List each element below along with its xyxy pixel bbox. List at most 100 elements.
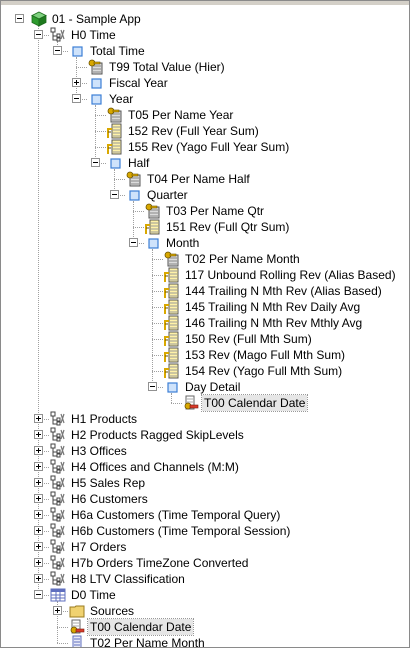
tree-node-label[interactable]: 144 Trailing N Mth Rev (Alias Based) [183, 283, 384, 299]
tree-node[interactable]: T00 Calendar Date [1, 394, 409, 412]
tree-node[interactable]: 150 Rev (Full Mth Sum) [1, 331, 409, 347]
tree-node[interactable]: 155 Rev (Yago Full Year Sum) [1, 139, 409, 155]
tree-node-label[interactable]: Quarter [145, 187, 190, 203]
tree-node[interactable]: H6 Customers [1, 491, 409, 507]
tree-node-label[interactable]: 117 Unbound Rolling Rev (Alias Based) [183, 267, 398, 283]
tree-node[interactable]: 152 Rev (Full Year Sum) [1, 123, 409, 139]
tree-node-label[interactable]: 151 Rev (Full Qtr Sum) [164, 219, 291, 235]
tree-node-label[interactable]: 153 Rev (Mago Full Mth Sum) [183, 347, 347, 363]
tree-node-label[interactable]: T99 Total Value (Hier) [107, 59, 227, 75]
collapse-toggle-minus-icon[interactable] [34, 590, 43, 599]
tree-node[interactable]: 117 Unbound Rolling Rev (Alias Based) [1, 267, 409, 283]
expand-toggle-plus-icon[interactable] [53, 606, 62, 615]
tree-node-label[interactable]: T03 Per Name Qtr [164, 203, 266, 219]
expand-toggle-plus-icon[interactable] [34, 414, 43, 423]
tree-node[interactable]: T02 Per Name Month [1, 251, 409, 267]
tree-node[interactable]: Month [1, 235, 409, 251]
tree-node[interactable]: 146 Trailing N Mth Rev Mthly Avg [1, 315, 409, 331]
expand-toggle-plus-icon[interactable] [34, 430, 43, 439]
collapse-toggle-minus-icon[interactable] [53, 46, 62, 55]
tree-node-label[interactable]: 155 Rev (Yago Full Year Sum) [126, 139, 291, 155]
tree-node-label[interactable]: T05 Per Name Year [126, 107, 235, 123]
tree-node-label[interactable]: Day Detail [183, 379, 242, 395]
tree-node[interactable]: Year [1, 91, 409, 107]
tree-node-label[interactable]: H8 LTV Classification [69, 571, 187, 587]
tree-node[interactable]: H2 Products Ragged SkipLevels [1, 427, 409, 443]
tree-node-label[interactable]: H6b Customers (Time Temporal Session) [69, 523, 292, 539]
tree-node[interactable]: H7b Orders TimeZone Converted [1, 555, 409, 571]
tree-node-label[interactable]: T04 Per Name Half [145, 171, 252, 187]
tree-node-label[interactable]: H5 Sales Rep [69, 475, 147, 491]
tree-node[interactable]: H6b Customers (Time Temporal Session) [1, 523, 409, 539]
tree-node-label[interactable]: H1 Products [69, 411, 139, 427]
tree-node[interactable]: T03 Per Name Qtr [1, 203, 409, 219]
tree-node-label[interactable]: Half [126, 155, 151, 171]
tree-node-label[interactable]: 146 Trailing N Mth Rev Mthly Avg [183, 315, 364, 331]
tree-node[interactable]: H8 LTV Classification [1, 571, 409, 587]
tree-node[interactable]: Sources [1, 603, 409, 619]
tree-node[interactable]: 144 Trailing N Mth Rev (Alias Based) [1, 283, 409, 299]
tree-node-label[interactable]: Fiscal Year [107, 75, 170, 91]
tree-node[interactable]: Half [1, 155, 409, 171]
tree-node-label[interactable]: H7b Orders TimeZone Converted [69, 555, 250, 571]
tree-node-label[interactable]: Year [107, 91, 135, 107]
tree-node[interactable]: H4 Offices and Channels (M:M) [1, 459, 409, 475]
tree-node-label[interactable]: 150 Rev (Full Mth Sum) [183, 331, 314, 347]
collapse-toggle-minus-icon[interactable] [34, 30, 43, 39]
tree-node[interactable]: 01 - Sample App [1, 11, 409, 27]
expand-toggle-plus-icon[interactable] [34, 494, 43, 503]
tree-node[interactable]: H6a Customers (Time Temporal Query) [1, 507, 409, 523]
tree-node[interactable]: H3 Offices [1, 443, 409, 459]
expand-toggle-plus-icon[interactable] [34, 478, 43, 487]
collapse-toggle-minus-icon[interactable] [110, 190, 119, 199]
tree-node-label[interactable]: H0 Time [69, 27, 118, 43]
collapse-toggle-minus-icon[interactable] [72, 94, 81, 103]
tree-node[interactable]: 153 Rev (Mago Full Mth Sum) [1, 347, 409, 363]
tree-node[interactable]: H7 Orders [1, 539, 409, 555]
tree-node[interactable]: H1 Products [1, 411, 409, 427]
expand-toggle-plus-icon[interactable] [34, 462, 43, 471]
expand-toggle-plus-icon[interactable] [34, 542, 43, 551]
tree-node[interactable]: 151 Rev (Full Qtr Sum) [1, 219, 409, 235]
expand-toggle-plus-icon[interactable] [72, 78, 81, 87]
expand-toggle-plus-icon[interactable] [34, 558, 43, 567]
tree-node[interactable]: Quarter [1, 187, 409, 203]
tree-node-label[interactable]: H2 Products Ragged SkipLevels [69, 427, 246, 443]
expand-toggle-plus-icon[interactable] [34, 446, 43, 455]
collapse-toggle-minus-icon[interactable] [15, 14, 24, 23]
tree-node[interactable]: T05 Per Name Year [1, 107, 409, 123]
tree-node-label[interactable]: Month [164, 235, 201, 251]
tree-node[interactable]: 145 Trailing N Mth Rev Daily Avg [1, 299, 409, 315]
tree-node-label[interactable]: T00 Calendar Date [200, 394, 309, 412]
tree-node[interactable]: T04 Per Name Half [1, 171, 409, 187]
tree-node[interactable]: Fiscal Year [1, 75, 409, 91]
tree-node[interactable]: H0 Time [1, 27, 409, 43]
tree-node-label[interactable]: T02 Per Name Month [183, 251, 302, 267]
tree-node[interactable]: H5 Sales Rep [1, 475, 409, 491]
tree-node-label[interactable]: 152 Rev (Full Year Sum) [126, 123, 261, 139]
tree-node[interactable]: Day Detail [1, 379, 409, 395]
collapse-toggle-minus-icon[interactable] [91, 158, 100, 167]
tree-node-label[interactable]: 154 Rev (Yago Full Mth Sum) [183, 363, 344, 379]
tree-node[interactable]: T02 Per Name Month [1, 635, 409, 647]
tree-node[interactable]: 154 Rev (Yago Full Mth Sum) [1, 363, 409, 379]
tree-node-label[interactable]: H6 Customers [69, 491, 150, 507]
tree-node-label[interactable]: 145 Trailing N Mth Rev Daily Avg [183, 299, 362, 315]
tree-node[interactable]: T00 Calendar Date [1, 618, 409, 636]
collapse-toggle-minus-icon[interactable] [148, 382, 157, 391]
tree-node-label[interactable]: H7 Orders [69, 539, 128, 555]
tree-node-label[interactable]: T02 Per Name Month [88, 635, 207, 647]
tree-node-label[interactable]: Sources [88, 603, 136, 619]
collapse-toggle-minus-icon[interactable] [129, 238, 138, 247]
tree-node[interactable]: Total Time [1, 43, 409, 59]
expand-toggle-plus-icon[interactable] [34, 574, 43, 583]
tree-node-label[interactable]: H3 Offices [69, 443, 129, 459]
tree-node-label[interactable]: H6a Customers (Time Temporal Query) [69, 507, 282, 523]
tree-node-label[interactable]: Total Time [88, 43, 147, 59]
expand-toggle-plus-icon[interactable] [34, 526, 43, 535]
tree-node-label[interactable]: D0 Time [69, 587, 118, 603]
expand-toggle-plus-icon[interactable] [34, 510, 43, 519]
tree-node[interactable]: T99 Total Value (Hier) [1, 59, 409, 75]
tree-node[interactable]: D0 Time [1, 587, 409, 603]
tree-node-label[interactable]: T00 Calendar Date [86, 618, 195, 636]
